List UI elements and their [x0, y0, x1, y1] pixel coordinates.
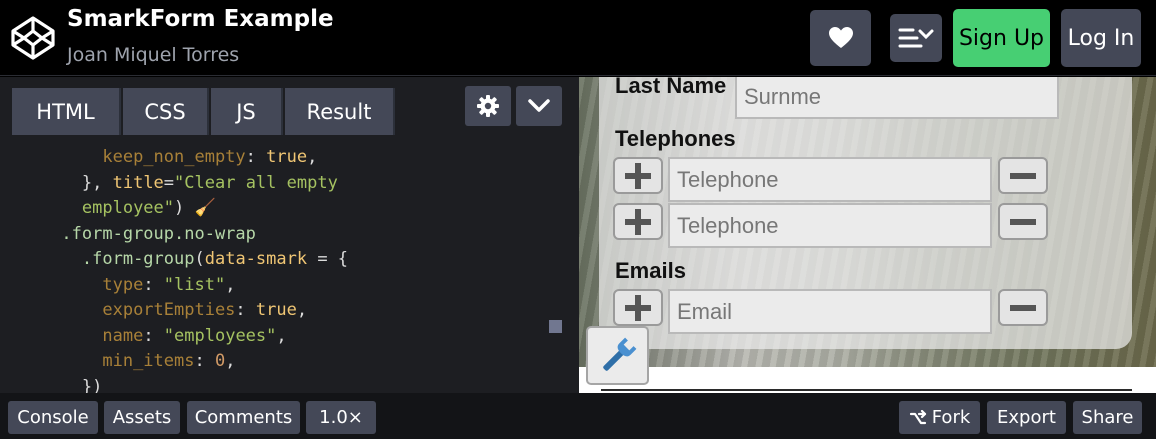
- last-name-label: Last Name: [615, 77, 727, 98]
- remove-telephone-button[interactable]: [998, 203, 1048, 240]
- code-editor-panel: HTML CSS JS Result keep_non_empty: true,…: [0, 77, 579, 393]
- header: SmarkForm Example Joan Miquel Torres Sig…: [0, 0, 1156, 76]
- tab-result[interactable]: Result: [285, 88, 395, 135]
- tab-js[interactable]: JS: [211, 88, 283, 135]
- assets-button[interactable]: Assets: [104, 401, 180, 434]
- code-area[interactable]: keep_non_empty: true, }, title="Clear al…: [0, 135, 579, 393]
- export-button[interactable]: Export: [987, 401, 1066, 434]
- share-button[interactable]: Share: [1073, 401, 1142, 434]
- result-divider: [601, 389, 1132, 391]
- code-line: exportEmpties: true,: [102, 300, 308, 320]
- chevron-down-icon: [528, 99, 550, 112]
- result-panel: Last Name Surnme Telephones Telephone Te…: [579, 77, 1156, 393]
- form-card: Last Name Surnme Telephones Telephone Te…: [599, 77, 1132, 349]
- code-line: .form-group(data-smark = {: [81, 249, 349, 269]
- code-line: keep_non_empty: true,: [102, 147, 318, 167]
- plus-icon: [625, 208, 651, 235]
- add-email-button[interactable]: [613, 289, 663, 326]
- minus-icon: [1010, 172, 1036, 179]
- log-in-button[interactable]: Log In: [1061, 9, 1141, 67]
- tools-button[interactable]: [586, 326, 649, 385]
- remove-telephone-button[interactable]: [998, 157, 1048, 194]
- last-name-input[interactable]: Surnme: [735, 77, 1059, 119]
- telephone-input[interactable]: Telephone: [668, 157, 992, 202]
- scrollbar-thumb[interactable]: [549, 320, 562, 333]
- remove-email-button[interactable]: [998, 289, 1048, 326]
- code-line: }, title="Clear all empty: [81, 172, 338, 193]
- code-line: min_items: 0,: [102, 351, 236, 371]
- editor-settings-button[interactable]: [465, 86, 511, 126]
- plus-icon: [625, 294, 651, 321]
- plus-icon: [625, 162, 651, 189]
- fork-label: Fork: [931, 407, 971, 428]
- layout-menu-icon: [898, 28, 934, 48]
- code-line: .form-group.no-wrap: [61, 223, 256, 244]
- tab-html[interactable]: HTML: [12, 88, 121, 135]
- codepen-logo-icon[interactable]: [10, 15, 56, 61]
- editor-collapse-button[interactable]: [516, 86, 562, 126]
- gear-icon: [477, 95, 499, 117]
- emails-label: Emails: [615, 258, 686, 283]
- broom-emoji: 🧹: [194, 198, 216, 218]
- sign-up-button[interactable]: Sign Up: [953, 9, 1050, 67]
- fork-icon: [909, 409, 926, 424]
- fork-button[interactable]: Fork: [899, 401, 980, 434]
- email-input[interactable]: Email: [668, 289, 992, 334]
- footer-bar: Console Assets Comments 1.0× Fork Export…: [0, 393, 1156, 439]
- code-line: type: "list",: [102, 274, 236, 295]
- code-line: name: "employees",: [102, 325, 287, 346]
- wrench-icon: [602, 337, 636, 371]
- minus-icon: [1010, 304, 1036, 311]
- comments-button[interactable]: Comments: [187, 401, 300, 434]
- heart-icon: [828, 27, 853, 48]
- pen-title[interactable]: SmarkForm Example: [67, 6, 334, 32]
- add-telephone-button[interactable]: [613, 157, 663, 194]
- console-button[interactable]: Console: [8, 401, 98, 434]
- telephones-label: Telephones: [615, 126, 736, 151]
- editor-tab-bar: HTML CSS JS Result: [0, 77, 579, 135]
- pen-author[interactable]: Joan Miquel Torres: [67, 44, 239, 66]
- code-line: }): [81, 376, 103, 394]
- zoom-button[interactable]: 1.0×: [306, 401, 376, 434]
- like-button[interactable]: [810, 10, 871, 66]
- tab-css[interactable]: CSS: [123, 88, 209, 135]
- telephone-input[interactable]: Telephone: [668, 203, 992, 248]
- add-telephone-button[interactable]: [613, 203, 663, 240]
- minus-icon: [1010, 218, 1036, 225]
- code-line: employee") 🧹: [81, 198, 216, 218]
- layout-menu-button[interactable]: [890, 14, 942, 62]
